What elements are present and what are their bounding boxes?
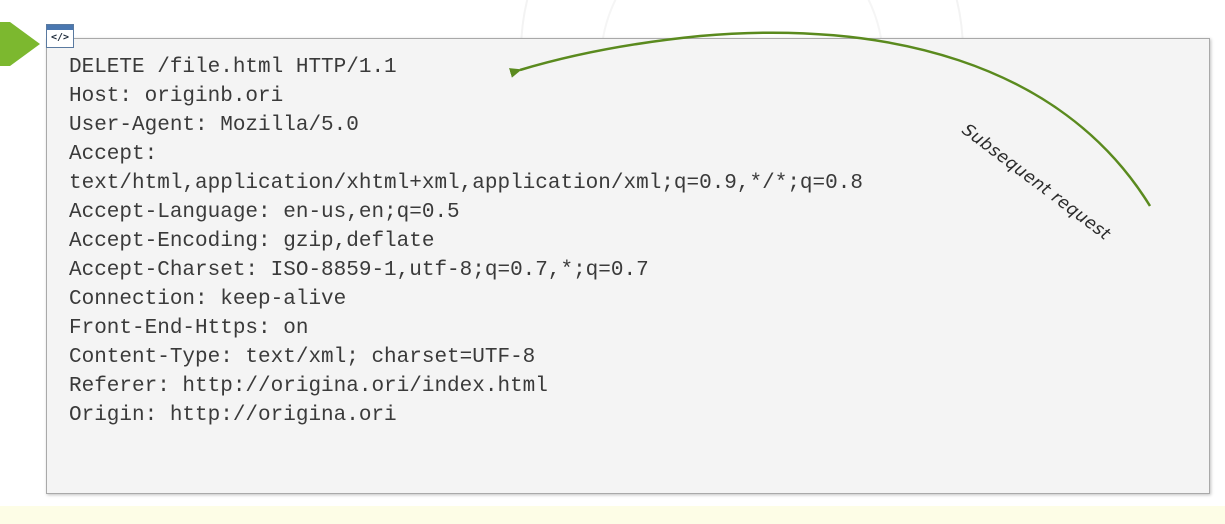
annotation-arrow bbox=[508, 31, 1152, 207]
bottom-band bbox=[0, 506, 1225, 524]
annotation-arrow-layer bbox=[508, 31, 1152, 207]
